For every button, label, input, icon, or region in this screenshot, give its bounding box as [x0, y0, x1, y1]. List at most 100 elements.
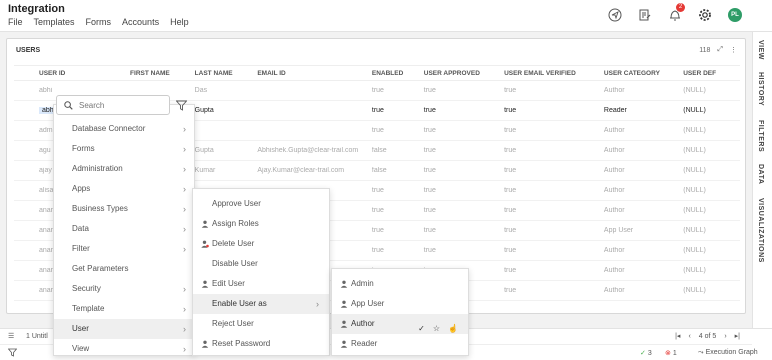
col-user-id[interactable]: USER ID	[14, 70, 128, 77]
funnel-icon[interactable]	[175, 98, 188, 116]
menu-item-label: Business Types	[72, 204, 128, 213]
user-icon	[201, 220, 209, 228]
menu-templates[interactable]: Templates	[34, 17, 75, 27]
page-indicator: 4 of 5	[698, 332, 717, 340]
table-cell: true	[371, 187, 384, 194]
table-cell: Gupta	[194, 107, 214, 114]
menu-item-assign-roles[interactable]: Assign Roles	[193, 214, 329, 234]
more-icon[interactable]: ⋮	[730, 46, 737, 54]
table-cell: true	[371, 247, 384, 254]
menu-item-apps[interactable]: Apps ›	[54, 179, 194, 199]
menu-item-label: Author	[351, 319, 375, 328]
avatar[interactable]: PL	[728, 8, 742, 22]
menu-item-administration[interactable]: Administration ›	[54, 159, 194, 179]
edit-note-icon[interactable]	[638, 8, 652, 22]
chevron-right-icon: ›	[183, 124, 186, 134]
chevron-right-icon: ›	[183, 224, 186, 234]
menu-item-enable-user-as[interactable]: Enable User as ›	[193, 294, 329, 314]
tab-filters[interactable]: FILTERS	[757, 120, 764, 152]
menu-item-forms[interactable]: Forms ›	[54, 139, 194, 159]
menu-item-disable-user[interactable]: Disable User	[193, 254, 329, 274]
menu-item-database-connector[interactable]: Database Connector ›	[54, 119, 194, 139]
panel-title: USERS	[16, 47, 41, 54]
table-cell: true	[504, 147, 517, 154]
table-cell: true	[423, 187, 436, 194]
search-icon	[64, 101, 73, 110]
menu-item-filter[interactable]: Filter ›	[54, 239, 194, 259]
col-user-approved[interactable]: USER APPROVED	[422, 70, 502, 77]
next-page-icon[interactable]: ›	[724, 333, 726, 340]
table-cell: true	[504, 127, 517, 134]
execution-graph-button[interactable]: ⤳ Execution Graph	[698, 349, 758, 357]
app-window: Integration File Templates Forms Account…	[0, 0, 772, 360]
hamburger-icon[interactable]: ☰	[8, 332, 14, 340]
last-page-icon[interactable]: ▸|	[735, 332, 740, 340]
table-cell: (NULL)	[683, 227, 706, 234]
col-email-id[interactable]: EMAIL ID	[255, 70, 370, 77]
tab-history[interactable]: HISTORY	[757, 72, 764, 106]
menu-item-reader[interactable]: Reader	[332, 334, 468, 354]
col-last-name[interactable]: LAST NAME	[193, 70, 256, 77]
gear-icon[interactable]	[698, 8, 712, 22]
menu-item-view[interactable]: View ›	[54, 339, 194, 355]
table-cell: App User	[603, 227, 634, 234]
table-cell: Author	[603, 267, 625, 274]
menu-item-admin[interactable]: Admin	[332, 274, 468, 294]
menu-item-data[interactable]: Data ›	[54, 219, 194, 239]
tab-data[interactable]: DATA	[757, 164, 764, 184]
menu-item-label: Enable User as	[212, 299, 267, 308]
menu-item-app-user[interactable]: App User	[332, 294, 468, 314]
menu-item-reject-user[interactable]: Reject User	[193, 314, 329, 334]
menu-item-delete-user[interactable]: Delete User	[193, 234, 329, 254]
user-icon	[340, 320, 348, 328]
menu-item-approve-user[interactable]: Approve User	[193, 194, 329, 214]
first-page-icon[interactable]: |◂	[675, 332, 680, 340]
table-cell: true	[504, 267, 517, 274]
menu-item-label: Edit User	[212, 279, 245, 288]
filter-icon[interactable]	[7, 348, 18, 359]
menu-main-list: Database Connector › Forms › Administratio…	[54, 119, 194, 355]
table-cell: false	[371, 147, 387, 154]
menu-item-author[interactable]: Author ✓ ☆ ☝	[332, 314, 468, 334]
menu-item-label: Delete User	[212, 239, 255, 248]
menu-file[interactable]: File	[8, 17, 23, 27]
col-email-verified[interactable]: USER EMAIL VERIFIED	[502, 70, 602, 77]
graph-icon: ⤳	[698, 349, 704, 356]
bell-icon[interactable]: 2	[668, 3, 685, 22]
menu-item-label: Reject User	[212, 319, 254, 328]
col-first-name[interactable]: FIRST NAME	[128, 70, 193, 77]
table-cell: true	[423, 167, 436, 174]
tab-view[interactable]: VIEW	[757, 40, 764, 60]
table-cell: true	[371, 227, 384, 234]
menu-item-business-types[interactable]: Business Types ›	[54, 199, 194, 219]
sheet-tab[interactable]: 1 Untitl	[26, 333, 48, 340]
menu-help[interactable]: Help	[170, 17, 189, 27]
menu-item-edit-user[interactable]: Edit User	[193, 274, 329, 294]
table-cell: true	[423, 107, 436, 114]
menu-forms[interactable]: Forms	[86, 17, 112, 27]
chevron-right-icon: ›	[183, 184, 186, 194]
top-icons: 2 PL	[608, 3, 742, 22]
menu-item-reset-password[interactable]: Reset Password	[193, 334, 329, 354]
table-cell: true	[504, 107, 517, 114]
cell-text: agu	[39, 147, 51, 154]
success-status[interactable]: ✓ 3	[640, 349, 652, 357]
user-icon	[340, 300, 348, 308]
menu-accounts[interactable]: Accounts	[122, 17, 159, 27]
menu-item-security[interactable]: Security ›	[54, 279, 194, 299]
tab-visualizations[interactable]: VISUALIZATIONS	[757, 198, 764, 263]
send-icon[interactable]	[608, 8, 622, 22]
menu-item-template[interactable]: Template ›	[54, 299, 194, 319]
cell-text: alisa	[39, 187, 54, 194]
expand-icon[interactable]: ⤢	[717, 46, 723, 54]
menu-search-input[interactable]: Search	[56, 95, 170, 115]
menu-item-user[interactable]: User ›	[54, 319, 194, 339]
col-enabled[interactable]: ENABLED	[370, 70, 422, 77]
error-status[interactable]: ⊗ 1	[665, 349, 677, 357]
table-cell: Author	[603, 207, 625, 214]
menu-item-get-parameters[interactable]: Get Parameters	[54, 259, 194, 279]
col-user-category[interactable]: USER CATEGORY	[602, 70, 681, 77]
chevron-right-icon: ›	[183, 244, 186, 254]
col-user-def[interactable]: USER DEF	[681, 70, 740, 77]
prev-page-icon[interactable]: ‹	[688, 333, 690, 340]
